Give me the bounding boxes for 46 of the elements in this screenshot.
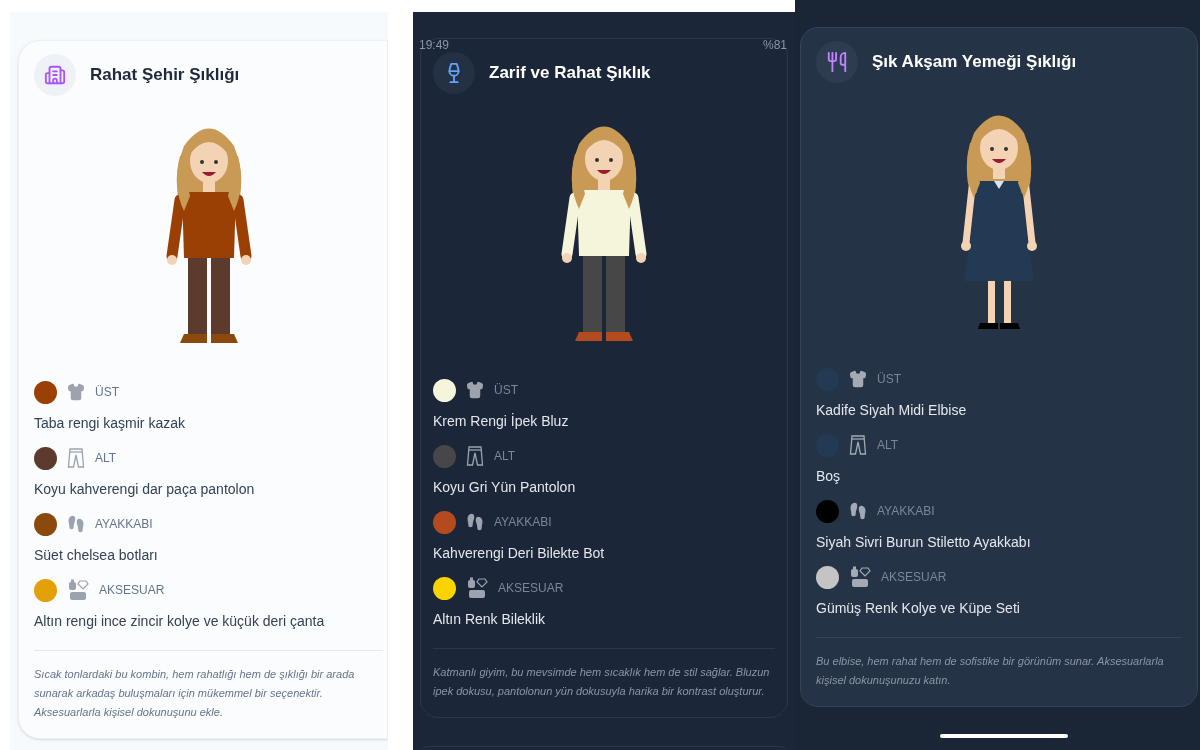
category-label: AKSESUAR — [881, 569, 947, 586]
garment-name: Altın rengi ince zincir kolye ve küçük deri çanta — [34, 612, 326, 630]
battery-percent: %81 — [762, 37, 787, 54]
garment-name: Siyah Sivri Burun Stiletto Ayakkabı — [816, 533, 1032, 551]
category-label: AYAKKABI — [877, 503, 935, 520]
garment-name: Boş — [816, 467, 842, 485]
garment-name: Koyu Gri Yün Pantolon — [433, 478, 577, 496]
footprints-icon — [67, 515, 85, 533]
category-label: ÜST — [95, 384, 119, 401]
garment-name: Kahverengi Deri Bilekte Bot — [433, 544, 606, 562]
outfit-title: Şık Akşam Yemeği Şıklığı — [872, 51, 1077, 74]
pants-icon — [466, 446, 484, 466]
status-time: 19:49 — [419, 37, 450, 54]
footprints-icon — [466, 513, 484, 531]
category-label: AKSESUAR — [498, 580, 564, 597]
garment-name: Gümüş Renk Kolye ve Küpe Seti — [816, 599, 1021, 617]
garment-name: Kadife Siyah Midi Elbise — [816, 401, 968, 419]
garment-name: Koyu kahverengi dar paça pantolon — [34, 480, 256, 498]
category-label: AYAKKABI — [494, 514, 552, 531]
utensils-icon — [826, 51, 848, 73]
accessories-icon — [466, 577, 488, 599]
garment-name: Krem Rengi İpek Bluz — [433, 412, 570, 430]
outfit-note: Sıcak tonlardaki bu kombin, hem rahatlığı hem de şıklığı bir arada sunarak arkadaş buluşmaları için mükemmel bir seçenektir. Aksesuarlarla kişisel dokunuşunu ekle. — [34, 667, 356, 720]
garment-name: Altın Renk Bileklik — [433, 610, 547, 628]
outfit-note: Katmanlı giyim, bu mevsimde hem sıcaklık hem de stil sağlar. Bluzun ipek dokusu, pantolonun yün dokusuyla harika bir kontrast oluşturur. — [433, 665, 771, 699]
garment-name: Taba rengi kaşmir kazak — [34, 414, 186, 432]
category-label: AYAKKABI — [95, 516, 153, 533]
shirt-icon — [67, 383, 85, 401]
outfit-note: Bu elbise, hem rahat hem de sofistike bir görünüm sunar. Aksesuarlarla kişisel dokunuşunuzu katın. — [816, 654, 1165, 688]
footprints-icon — [849, 502, 867, 520]
category-label: AKSESUAR — [99, 582, 165, 599]
shirt-icon — [849, 370, 867, 388]
accessories-icon — [67, 579, 89, 601]
category-label: ALT — [95, 450, 117, 467]
category-label: ÜST — [877, 371, 901, 388]
pants-icon — [67, 448, 85, 468]
outfit-title: Rahat Şehir Şıklığı — [90, 64, 240, 87]
shirt-icon — [466, 381, 484, 399]
pants-icon — [849, 435, 867, 455]
outfit-title: Zarif ve Rahat Şıklık — [489, 62, 651, 85]
category-label: ALT — [877, 437, 899, 454]
building-icon — [44, 64, 66, 86]
accessories-icon — [849, 566, 871, 588]
category-label: ÜST — [494, 382, 518, 399]
category-label: ALT — [494, 448, 516, 465]
garment-name: Süet chelsea botları — [34, 546, 159, 564]
